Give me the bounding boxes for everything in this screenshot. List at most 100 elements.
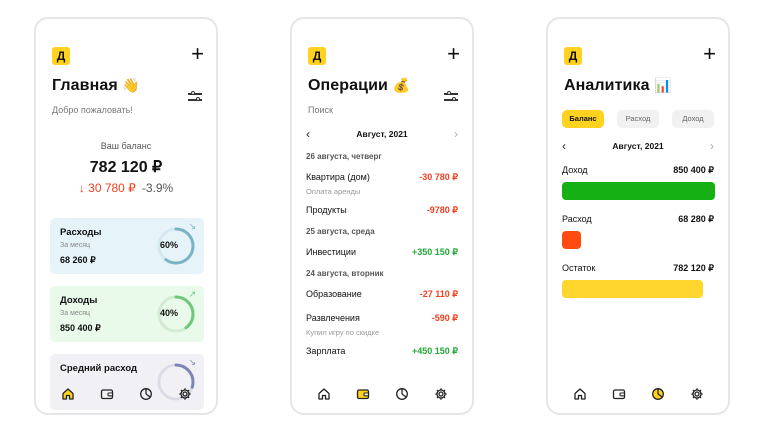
operation-amount: -27 110 ₽ [419, 288, 458, 299]
analytics-row: Доход 850 400 ₽ [562, 165, 714, 176]
search-input[interactable]: Поиск [308, 105, 333, 115]
money-bag-emoji: 💰 [392, 77, 411, 93]
operation-amount: +450 150 ₽ [411, 345, 458, 356]
expenses-card[interactable]: Расходы За месяц 68 260 ₽ 60% ↘ [50, 218, 204, 274]
page-title: Операции 💰 [308, 77, 410, 95]
wallet-icon[interactable] [98, 385, 116, 403]
greeting-text: Добро пожаловать! [52, 105, 133, 115]
add-button[interactable]: + [191, 41, 204, 67]
chart-icon[interactable] [137, 385, 155, 403]
card-title: Средний расход [60, 363, 138, 374]
date-header: 24 августа, вторник [306, 264, 458, 282]
date-header: 25 августа, среда [306, 222, 458, 240]
analytics-label: Расход [562, 214, 592, 224]
chevron-right-icon[interactable]: › [710, 139, 714, 153]
chart-icon[interactable] [393, 385, 411, 403]
filter-icon[interactable] [444, 91, 458, 103]
month-label: Август, 2021 [356, 129, 408, 139]
wave-emoji: 👋 [122, 77, 140, 93]
analytics-bar [562, 182, 715, 200]
settings-icon[interactable] [176, 385, 194, 403]
card-value: 850 400 ₽ [60, 323, 101, 333]
card-title: Расходы [60, 227, 102, 238]
analytics-screen: Д + Аналитика 📊 Баланс Расход Доход ‹ Авгу… [546, 17, 730, 415]
chip-0[interactable]: Баланс [562, 110, 604, 128]
operation-amount: +350 150 ₽ [411, 246, 458, 257]
tab-bar [36, 383, 216, 405]
chip-2[interactable]: Доход [672, 110, 714, 128]
operation-amount: -30 780 ₽ [419, 171, 458, 182]
date-label: 26 августа, четверг [306, 151, 382, 161]
chevron-left-icon[interactable]: ‹ [306, 127, 310, 141]
brand-logo: Д [564, 47, 582, 65]
operation-title: Продукты [306, 205, 347, 215]
balance-delta-value: ↓ 30 780 ₽ [78, 181, 136, 195]
page-title-text: Аналитика [564, 77, 650, 94]
operation-note: Оплата аренды [306, 184, 458, 198]
card-period: За месяц [60, 310, 91, 317]
settings-icon[interactable] [688, 385, 706, 403]
trend-down-icon: ↘ [188, 357, 196, 367]
operation-row[interactable]: Зарплата +450 150 ₽ [306, 339, 458, 363]
chart-icon[interactable] [649, 385, 667, 403]
wallet-icon[interactable] [610, 385, 628, 403]
add-button[interactable]: + [447, 41, 460, 67]
operation-note: Купил игру по скидке [306, 325, 458, 339]
balance-delta: ↓ 30 780 ₽ -3.9% [36, 181, 216, 195]
operation-row[interactable]: Продукты -9780 ₽ [306, 198, 458, 222]
analytics-row: Остаток 782 120 ₽ [562, 263, 714, 274]
analytics-label: Доход [562, 165, 588, 175]
month-label: Август, 2021 [612, 141, 664, 151]
wallet-icon[interactable] [354, 385, 372, 403]
card-value: 68 260 ₽ [60, 255, 96, 265]
chevron-right-icon[interactable]: › [454, 127, 458, 141]
page-title: Главная 👋 [52, 77, 140, 95]
operation-title: Инвестиции [306, 247, 356, 257]
mode-chips: Баланс Расход Доход [562, 110, 714, 128]
operations-screen: Д + Операции 💰 Поиск ‹ Август, 2021 › 26… [290, 17, 474, 415]
income-card[interactable]: Доходы За месяц 850 400 ₽ 40% ↗ [50, 286, 204, 342]
operation-row[interactable]: Инвестиции +350 150 ₽ [306, 240, 458, 264]
chevron-left-icon[interactable]: ‹ [562, 139, 566, 153]
home-icon[interactable] [315, 385, 333, 403]
card-title: Доходы [60, 295, 98, 306]
card-percent: 40% [160, 308, 179, 318]
analytics-bar [562, 231, 581, 249]
analytics-value: 850 400 ₽ [673, 165, 714, 175]
page-title: Аналитика 📊 [564, 77, 672, 95]
add-button[interactable]: + [703, 41, 716, 67]
home-icon[interactable] [59, 385, 77, 403]
home-icon[interactable] [571, 385, 589, 403]
note-text: Купил игру по скидке [306, 327, 380, 337]
date-label: 25 августа, среда [306, 226, 375, 236]
analytics-row: Расход 68 280 ₽ [562, 214, 714, 225]
balance-delta-percent: -3.9% [141, 181, 174, 195]
operation-row[interactable]: Образование -27 110 ₽ [306, 282, 458, 306]
chip-1[interactable]: Расход [617, 110, 659, 128]
balance-value: 782 120 ₽ [89, 159, 163, 176]
tab-bar [292, 383, 472, 405]
settings-icon[interactable] [432, 385, 450, 403]
trend-down-icon: ↘ [188, 221, 196, 231]
brand-logo: Д [52, 47, 70, 65]
chart-emoji: 📊 [654, 77, 672, 93]
analytics-bar [562, 280, 703, 298]
filter-icon[interactable] [188, 91, 202, 103]
operation-amount: -9780 ₽ [426, 204, 458, 215]
balance-label: Ваш баланс [100, 141, 152, 151]
page-title-text: Операции [308, 77, 388, 94]
date-header: 26 августа, четверг [306, 147, 458, 165]
home-screen: Д + Главная 👋 Добро пожаловать! Ваш бала… [34, 17, 218, 415]
trend-up-icon: ↗ [188, 289, 196, 299]
analytics-value: 782 120 ₽ [673, 263, 714, 273]
brand-logo: Д [308, 47, 326, 65]
operation-title: Зарплата [306, 346, 346, 356]
operation-title: Развлечения [306, 313, 360, 323]
card-period: За месяц [60, 242, 91, 249]
analytics-label: Остаток [562, 263, 596, 273]
date-label: 24 августа, вторник [306, 268, 384, 278]
note-text: Оплата аренды [306, 186, 361, 196]
month-switcher: ‹ Август, 2021 › [562, 139, 714, 153]
card-percent: 60% [160, 240, 179, 250]
operation-title: Образование [306, 289, 362, 299]
